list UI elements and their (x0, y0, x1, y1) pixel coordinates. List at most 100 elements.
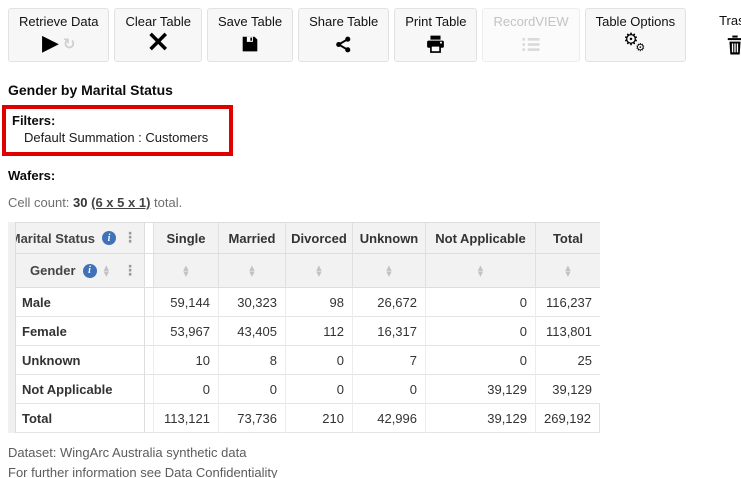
cell-not-applicable-married[interactable]: 0 (218, 375, 285, 404)
sort-icon[interactable]: ▲ ▼ (316, 264, 321, 277)
cell-male-total[interactable]: 116,237 (535, 288, 600, 317)
sort-icon[interactable]: ▲ ▼ (249, 264, 254, 277)
sort-icon[interactable]: ▲ ▼ (565, 264, 570, 277)
body-gutter (145, 346, 153, 375)
confidentiality-prefix: For further information see (8, 465, 165, 478)
column-header-not-applicable[interactable]: Not Applicable (425, 222, 535, 254)
data-confidentiality-link[interactable]: Data Confidentiality (165, 465, 278, 478)
cell-female-unknown[interactable]: 16,317 (352, 317, 425, 346)
confidentiality-note: For further information see Data Confide… (8, 463, 741, 478)
clear-table-button[interactable]: Clear Table × (114, 8, 203, 62)
kebab-menu-icon[interactable]: ⋮ (123, 263, 137, 279)
column-dimension-header[interactable]: Marital Status i ⋮ (8, 222, 145, 254)
save-table-button[interactable]: Save Table (207, 8, 294, 62)
filters-label: Filters: (12, 113, 56, 128)
cell-total-single[interactable]: 113,121 (153, 404, 218, 433)
cell-male-single[interactable]: 59,144 (153, 288, 218, 317)
share-table-label: Share Table (309, 14, 379, 29)
kebab-menu-icon[interactable]: ⋮ (123, 230, 137, 246)
table-options-button[interactable]: Table Options ⚙ ⚙ (584, 8, 687, 62)
cell-count-suffix: total. (150, 195, 183, 210)
info-icon[interactable]: i (102, 231, 116, 245)
row-dimension-strip (8, 222, 16, 433)
sort-cell-married[interactable]: ▲ ▼ (218, 254, 285, 288)
column-header-total[interactable]: Total (535, 222, 600, 254)
recordview-button: RecordVIEW (482, 8, 580, 62)
row-label-female[interactable]: Female (8, 317, 145, 346)
cell-female-not-applicable[interactable]: 0 (425, 317, 535, 346)
trash-button[interactable]: Trash (709, 8, 741, 62)
cell-count-prefix: Cell count: (8, 195, 74, 210)
printer-icon (426, 31, 445, 57)
cell-total-total[interactable]: 269,192 (535, 404, 600, 433)
table-options-label: Table Options (595, 14, 676, 29)
cell-unknown-not-applicable[interactable]: 0 (425, 346, 535, 375)
toolbar: Retrieve Data ▶ ↻ Clear Table × Save Tab… (0, 0, 741, 62)
header-gutter (145, 222, 153, 254)
cell-unknown-married[interactable]: 8 (218, 346, 285, 375)
cell-not-applicable-divorced[interactable]: 0 (285, 375, 352, 404)
cell-unknown-unknown[interactable]: 7 (352, 346, 425, 375)
cell-total-married[interactable]: 73,736 (218, 404, 285, 433)
footer: Dataset: WingArc Australia synthetic dat… (8, 443, 741, 478)
cell-female-divorced[interactable]: 112 (285, 317, 352, 346)
print-table-button[interactable]: Print Table (394, 8, 478, 62)
cell-total-divorced[interactable]: 210 (285, 404, 352, 433)
refresh-icon: ↻ (62, 34, 76, 53)
cell-total-not-applicable[interactable]: 39,129 (425, 404, 535, 433)
cell-female-total[interactable]: 113,801 (535, 317, 600, 346)
cell-not-applicable-not-applicable[interactable]: 39,129 (425, 375, 535, 404)
body-gutter (145, 375, 153, 404)
row-label-total[interactable]: Total (8, 404, 145, 433)
recordview-label: RecordVIEW (493, 14, 569, 29)
body-gutter (145, 317, 153, 346)
trash-icon (726, 32, 741, 58)
row-dimension-header[interactable]: Gender i ▲ ▼ ⋮ (8, 254, 145, 288)
row-dimension-label: Gender (30, 263, 76, 278)
cell-male-divorced[interactable]: 98 (285, 288, 352, 317)
sort-cell-total[interactable]: ▲ ▼ (535, 254, 600, 288)
column-header-unknown[interactable]: Unknown (352, 222, 425, 254)
cell-unknown-total[interactable]: 25 (535, 346, 600, 375)
cell-total-unknown[interactable]: 42,996 (352, 404, 425, 433)
sort-cell-single[interactable]: ▲ ▼ (153, 254, 218, 288)
sort-cell-unknown[interactable]: ▲ ▼ (352, 254, 425, 288)
page-title: Gender by Marital Status (8, 82, 173, 98)
print-table-label: Print Table (405, 14, 467, 29)
sort-icon[interactable]: ▲ ▼ (478, 264, 483, 277)
sort-icon[interactable]: ▲ ▼ (386, 264, 391, 277)
trash-label: Trash (719, 13, 741, 28)
list-icon (521, 31, 541, 57)
cell-unknown-divorced[interactable]: 0 (285, 346, 352, 375)
cell-unknown-single[interactable]: 10 (153, 346, 218, 375)
cell-male-unknown[interactable]: 26,672 (352, 288, 425, 317)
column-header-divorced[interactable]: Divorced (285, 222, 352, 254)
cell-female-married[interactable]: 43,405 (218, 317, 285, 346)
sort-cell-divorced[interactable]: ▲ ▼ (285, 254, 352, 288)
dataset-note: Dataset: WingArc Australia synthetic dat… (8, 445, 247, 460)
info-icon[interactable]: i (82, 263, 97, 278)
row-label-not-applicable[interactable]: Not Applicable (8, 375, 145, 404)
cell-not-applicable-unknown[interactable]: 0 (352, 375, 425, 404)
sort-icon[interactable]: ▲ ▼ (183, 264, 188, 277)
floppy-icon (241, 31, 259, 57)
row-label-unknown[interactable]: Unknown (8, 346, 145, 375)
cell-not-applicable-total[interactable]: 39,129 (535, 375, 600, 404)
row-label-male[interactable]: Male (8, 288, 145, 317)
sort-cell-not-applicable[interactable]: ▲ ▼ (425, 254, 535, 288)
cell-count-value: 30 (73, 195, 88, 210)
sort-icon[interactable]: ▲ ▼ (104, 264, 109, 277)
wafers-label: Wafers: (8, 168, 56, 183)
cell-female-single[interactable]: 53,967 (153, 317, 218, 346)
data-table: Marital Status i ⋮ Single Married Divorced… (8, 222, 601, 433)
column-header-single[interactable]: Single (153, 222, 218, 254)
cell-count-link[interactable]: (6 x 5 x 1) (91, 195, 150, 210)
column-header-married[interactable]: Married (218, 222, 285, 254)
header-gutter (145, 254, 153, 288)
cell-male-married[interactable]: 30,323 (218, 288, 285, 317)
share-table-button[interactable]: Share Table (298, 8, 390, 62)
cell-male-not-applicable[interactable]: 0 (425, 288, 535, 317)
gears-icon: ⚙ ⚙ (623, 30, 646, 54)
retrieve-data-button[interactable]: Retrieve Data ▶ ↻ (8, 8, 110, 62)
cell-not-applicable-single[interactable]: 0 (153, 375, 218, 404)
